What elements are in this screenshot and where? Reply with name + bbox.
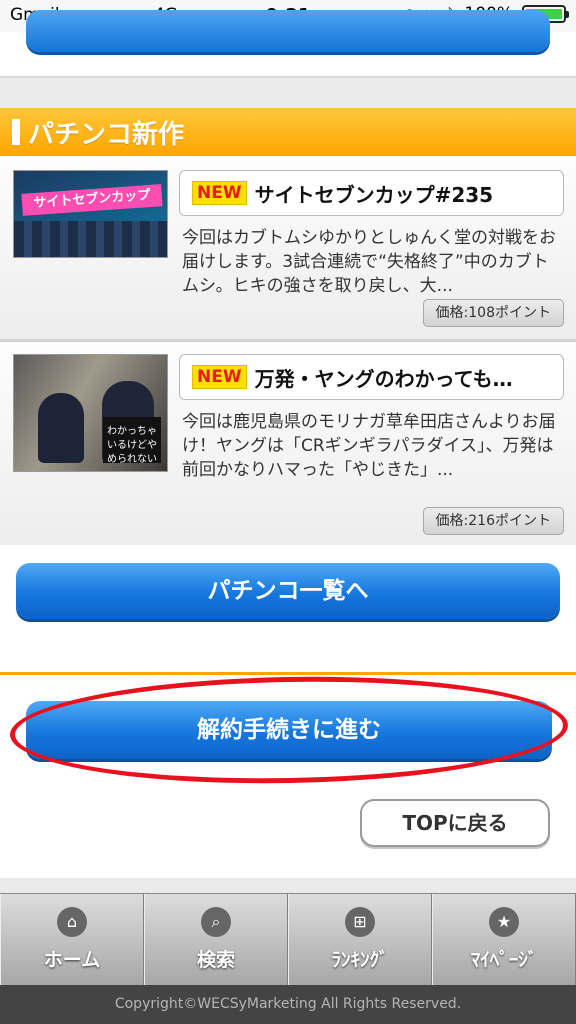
item-description: 今回はカブトムシゆかりとしゅんく堂の対戦をお届けします。3試合連続で“失格終了”… [182,228,556,296]
thumbnail-logo: サイトセブンカップ [21,184,163,216]
item-title: 万発・ヤングのわかっても… [254,366,513,391]
home-icon: ⌂ [57,907,87,937]
product-list: サイトセブンカップ NEW サイトセブンカップ#235 今回はカブトムシゆかりと… [0,156,576,549]
nav-item-home[interactable]: ⌂ ホーム [0,894,144,985]
nav-item-search[interactable]: ⌕ 検索 [144,894,288,985]
partial-top-button[interactable] [26,10,550,52]
thumbnail-logo: わかっちゃいるけどやめられない [103,417,161,465]
item-title: サイトセブンカップ#235 [254,182,494,207]
price-badge: 価格:108ポイント [422,299,564,327]
item-title-box[interactable]: NEW 万発・ヤングのわかっても… [179,354,564,400]
nav-item-ranking[interactable]: ⊞ ﾗﾝｷﾝｸﾞ [288,894,432,985]
back-to-top-button[interactable]: TOPに戻る [360,799,550,847]
cancel-area: 解約手続きに進む TOPに戻る [0,672,576,878]
star-icon: ★ [489,907,519,937]
nav-label: ﾗﾝｷﾝｸﾞ [331,949,389,971]
new-badge: NEW [192,181,247,205]
footer-copyright: Copyright©WECSyMarketing All Rights Rese… [0,985,576,1024]
grid-icon: ⊞ [345,907,375,937]
new-badge: NEW [192,365,247,389]
nav-label: ホーム [43,949,101,971]
pachinko-list-button[interactable]: パチンコ一覧へ [16,563,560,619]
price-badge: 価格:216ポイント [422,507,564,535]
nav-label: 検索 [196,949,235,971]
list-item[interactable]: サイトセブンカップ NEW サイトセブンカップ#235 今回はカブトムシゆかりと… [0,156,576,341]
section-title: パチンコ新作 [28,119,185,150]
section-header: パチンコ新作 [0,108,576,156]
thumbnail-person [38,393,84,463]
list-item[interactable]: わかっちゃいるけどやめられない NEW 万発・ヤングのわかっても… 今回は鹿児島… [0,341,576,549]
item-thumbnail[interactable]: わかっちゃいるけどやめられない [13,354,168,472]
item-thumbnail[interactable]: サイトセブンカップ [13,170,168,258]
cancel-subscription-button[interactable]: 解約手続きに進む [26,701,552,759]
nav-label: ﾏｲﾍﾟｰｼﾞ [470,949,538,971]
item-title-box[interactable]: NEW サイトセブンカップ#235 [179,170,564,216]
search-icon: ⌕ [201,907,231,937]
list-button-area: パチンコ一覧へ [0,545,576,673]
thumbnail-crowd [14,221,167,257]
header-accent-bar [12,119,20,145]
nav-item-mypage[interactable]: ★ ﾏｲﾍﾟｰｼﾞ [432,894,576,985]
top-section [0,10,576,78]
bottom-nav: ⌂ ホーム ⌕ 検索 ⊞ ﾗﾝｷﾝｸﾞ ★ ﾏｲﾍﾟｰｼﾞ [0,893,576,985]
item-description: 今回は鹿児島県のモリナガ草牟田店さんよりお届け！ヤングは「CRギンギラパラダイス… [182,412,556,480]
